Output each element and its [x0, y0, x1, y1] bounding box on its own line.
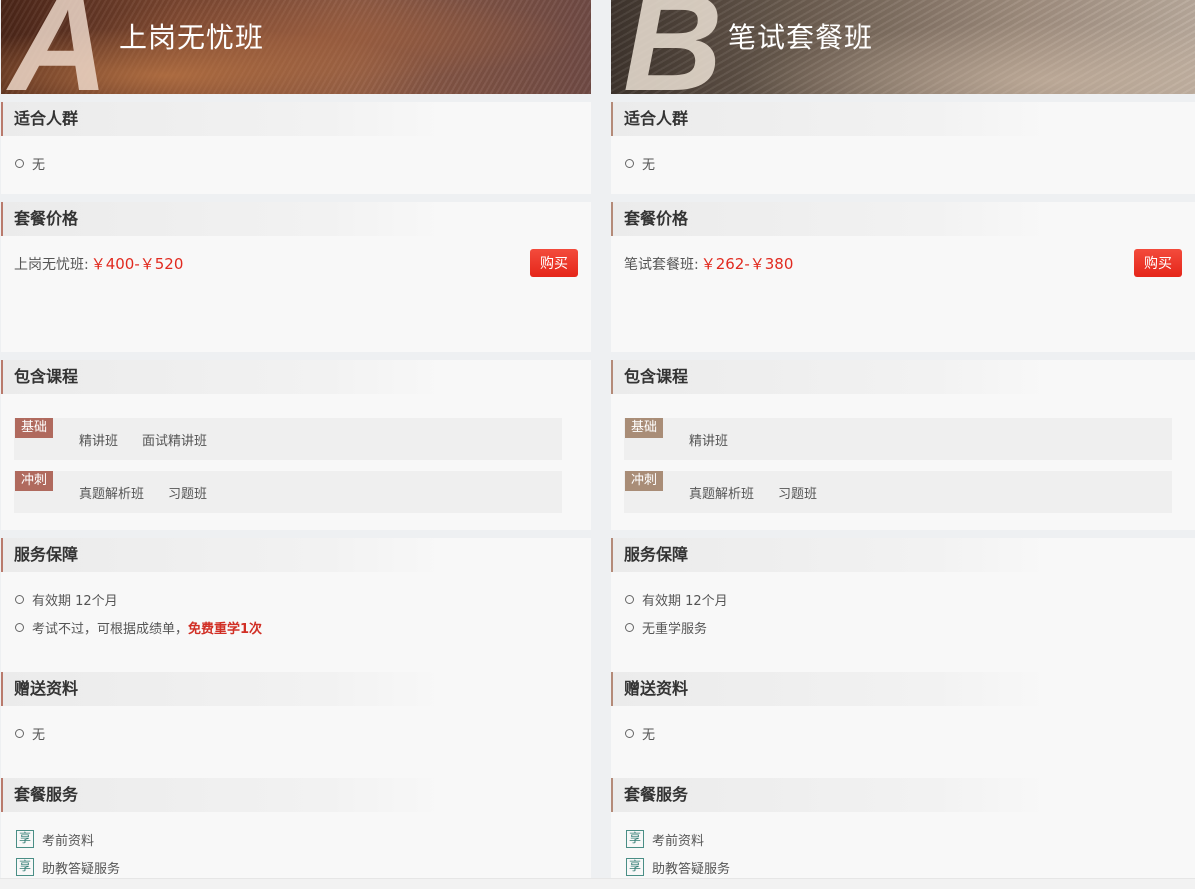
plan-a-column: A 上岗无忧班 适合人群 无 套餐价格 上岗无忧班: ￥400-￥520 购买 包…	[1, 0, 591, 889]
section-heading: 套餐服务	[611, 778, 1195, 812]
package-item-label: 助教答疑服务	[42, 861, 121, 877]
guarantee-validity: 有效期 12个月	[32, 593, 118, 609]
guarantee-retake-text: 考试不过，可根据成绩单，	[32, 621, 189, 637]
crowd-item-label: 无	[32, 157, 46, 173]
list-item: 有效期 12个月	[624, 590, 1182, 609]
gift-item-label: 无	[642, 727, 656, 743]
list-item: 享 考前资料	[14, 830, 578, 849]
list-item: 考试不过，可根据成绩单， 免费重学1次	[14, 618, 578, 637]
guarantee-retake-text: 无重学服务	[642, 621, 708, 637]
circle-bullet-icon	[15, 594, 24, 604]
list-item: 有效期 12个月	[14, 590, 578, 609]
circle-bullet-icon	[625, 728, 634, 738]
circle-bullet-icon	[625, 622, 634, 632]
plan-a-price-section: 套餐价格 上岗无忧班: ￥400-￥520 购买	[1, 202, 591, 352]
plan-a-services-section: 服务保障 有效期 12个月 考试不过，可根据成绩单， 免费重学1次 赠送资料 无 …	[1, 538, 591, 884]
list-item: 享 助教答疑服务	[14, 858, 578, 877]
plan-b-letter: B	[623, 0, 723, 94]
price-label: 上岗无忧班:	[14, 257, 89, 273]
guarantee-retake-highlight: 免费重学1次	[188, 621, 263, 637]
section-heading: 套餐服务	[1, 778, 591, 812]
gift-item-label: 无	[32, 727, 46, 743]
list-item: 无	[14, 724, 578, 743]
course-tag-basic: 基础	[15, 418, 53, 438]
circle-bullet-icon	[625, 594, 634, 604]
course-row-sprint: 冲刺 真题解析班 习题班	[14, 471, 562, 513]
list-item: 享 考前资料	[624, 830, 1182, 849]
section-heading: 套餐价格	[1, 202, 591, 236]
course-item[interactable]: 精讲班	[689, 430, 728, 449]
list-item: 享 助教答疑服务	[624, 858, 1182, 877]
section-heading: 套餐价格	[611, 202, 1195, 236]
enjoy-icon: 享	[16, 858, 34, 876]
course-row-basic: 基础 精讲班	[624, 418, 1172, 460]
course-row-sprint: 冲刺 真题解析班 习题班	[624, 471, 1172, 513]
course-tag-basic: 基础	[625, 418, 663, 438]
course-item[interactable]: 习题班	[168, 483, 207, 502]
price-value: ￥262-￥380	[700, 255, 794, 273]
crowd-item-label: 无	[642, 157, 656, 173]
plan-b-column: B 笔试套餐班 适合人群 无 套餐价格 笔试套餐班: ￥262-￥380 购买 包…	[611, 0, 1195, 889]
enjoy-icon: 享	[16, 830, 34, 848]
guarantee-validity: 有效期 12个月	[642, 593, 728, 609]
plan-a-crowd-section: 适合人群 无	[1, 102, 591, 194]
plan-a-banner: A 上岗无忧班	[1, 0, 591, 94]
price-line: 上岗无忧班: ￥400-￥520	[14, 254, 578, 275]
circle-bullet-icon	[625, 158, 634, 168]
price-label: 笔试套餐班:	[624, 257, 699, 273]
course-item[interactable]: 面试精讲班	[142, 430, 207, 449]
enjoy-icon: 享	[626, 830, 644, 848]
plan-b-banner: B 笔试套餐班	[611, 0, 1195, 94]
section-heading: 赠送资料	[1, 672, 591, 706]
list-item: 无	[14, 154, 578, 173]
enjoy-icon: 享	[626, 858, 644, 876]
circle-bullet-icon	[15, 728, 24, 738]
course-tag-sprint: 冲刺	[625, 471, 663, 491]
package-item-label: 考前资料	[42, 833, 95, 849]
list-item: 无	[624, 724, 1182, 743]
bottom-scroll-bar	[0, 878, 1195, 889]
plan-b-crowd-section: 适合人群 无	[611, 102, 1195, 194]
plan-b-price-section: 套餐价格 笔试套餐班: ￥262-￥380 购买	[611, 202, 1195, 352]
list-item: 无	[624, 154, 1182, 173]
section-heading: 服务保障	[611, 538, 1195, 572]
plan-a-courses-section: 包含课程 基础 精讲班 面试精讲班 冲刺 真题解析班 习题班	[1, 360, 591, 530]
plan-b-courses-section: 包含课程 基础 精讲班 冲刺 真题解析班 习题班	[611, 360, 1195, 530]
course-row-basic: 基础 精讲班 面试精讲班	[14, 418, 562, 460]
section-heading: 服务保障	[1, 538, 591, 572]
plan-b-title: 笔试套餐班	[728, 21, 874, 54]
section-heading: 适合人群	[1, 102, 591, 136]
price-line: 笔试套餐班: ￥262-￥380	[624, 254, 1182, 275]
circle-bullet-icon	[15, 158, 24, 168]
section-heading: 包含课程	[1, 360, 591, 394]
section-heading: 包含课程	[611, 360, 1195, 394]
course-item[interactable]: 精讲班	[79, 430, 118, 449]
course-item[interactable]: 真题解析班	[689, 483, 754, 502]
buy-button[interactable]: 购买	[530, 249, 578, 277]
plan-a-title: 上岗无忧班	[119, 21, 265, 54]
price-value: ￥400-￥520	[90, 255, 184, 273]
buy-button[interactable]: 购买	[1134, 249, 1182, 277]
list-item: 无重学服务	[624, 618, 1182, 637]
plan-a-letter: A	[9, 0, 109, 94]
plan-b-services-section: 服务保障 有效期 12个月 无重学服务 赠送资料 无 套餐服务 享 考前资料 享…	[611, 538, 1195, 884]
course-item[interactable]: 真题解析班	[79, 483, 144, 502]
section-heading: 适合人群	[611, 102, 1195, 136]
section-heading: 赠送资料	[611, 672, 1195, 706]
package-item-label: 考前资料	[652, 833, 705, 849]
circle-bullet-icon	[15, 622, 24, 632]
course-item[interactable]: 习题班	[778, 483, 817, 502]
course-tag-sprint: 冲刺	[15, 471, 53, 491]
package-item-label: 助教答疑服务	[652, 861, 731, 877]
